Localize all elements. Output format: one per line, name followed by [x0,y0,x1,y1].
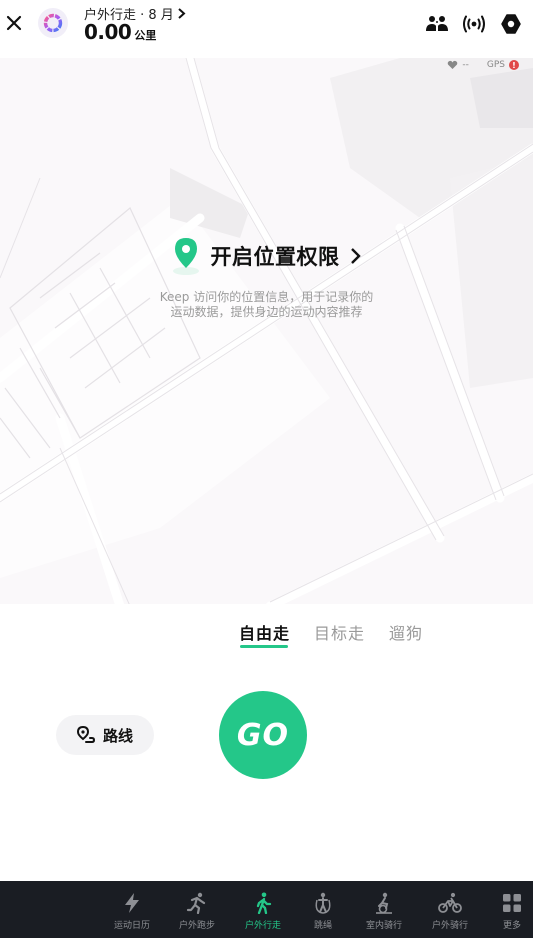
settings-icon [501,14,521,34]
mode-tabs: 自由走 目标走 遛狗 [0,616,533,648]
chevron-right-icon [350,248,361,264]
group-button[interactable] [425,13,449,35]
nav-label-outdoor-walk: 户外行走 [244,921,281,931]
group-icon [426,16,448,31]
permission-description: Keep 访问你的位置信息，用于记录你的 运动数据，提供身边的运动内容推荐 [0,290,533,320]
permission-desc-line1: Keep 访问你的位置信息，用于记录你的 [159,290,374,304]
go-button[interactable]: GO [219,691,307,779]
bike-icon [438,892,462,913]
keep-logo-icon [43,13,63,33]
route-icon [76,726,95,743]
tab-free-walk[interactable]: 自由走 [239,620,290,644]
indoor-bike-icon [376,892,392,914]
signal-icon [463,15,485,33]
nav-label-more: 更多 [502,921,521,931]
lightning-icon [125,893,139,913]
nav-label-outdoor-run: 户外跑步 [178,921,215,931]
route-label: 路线 [102,726,133,745]
jump-rope-icon [315,892,331,914]
nav-item-outdoor-run[interactable]: 户外跑步 [167,891,227,931]
settings-button[interactable] [499,13,523,35]
run-icon [186,892,206,914]
distance-value: 0.00 [84,20,132,44]
heart-rate-value: -- [462,60,469,70]
keep-logo[interactable] [38,8,68,38]
heart-icon [448,60,458,69]
active-tab-indicator [240,645,288,648]
tab-goal-walk[interactable]: 目标走 [314,620,365,644]
tab-dog-walk[interactable]: 遛狗 [389,620,423,644]
top-header: 户外行走 · 8 月 0.00 公里 [0,0,533,58]
nav-item-more[interactable]: 更多 [482,891,533,931]
distance-unit: 公里 [134,29,157,42]
gps-alert-icon: ! [509,60,519,70]
nav-item-calendar[interactable]: 运动日历 [102,891,162,931]
nav-item-outdoor-cycling[interactable]: 户外骑行 [420,891,480,931]
go-label: GO [236,717,290,753]
location-pin-icon [172,238,199,275]
grid-icon [503,894,521,912]
control-panel: 自由走 目标走 遛狗 路线 GO [0,604,533,881]
nav-item-outdoor-walk[interactable]: 户外行走 [233,891,293,931]
permission-title-row[interactable]: 开启位置权限 [0,236,533,276]
walk-icon [256,892,272,914]
location-permission-prompt[interactable]: 开启位置权限 Keep 访问你的位置信息，用于记录你的 运动数据，提供身边的运动… [0,236,533,320]
nav-label-calendar: 运动日历 [113,921,150,931]
nav-label-jump-rope: 跳绳 [313,921,332,931]
close-button[interactable] [2,10,26,36]
signal-button[interactable] [462,13,486,35]
distance-display: 0.00 公里 [84,20,156,44]
permission-title: 开启位置权限 [210,245,340,269]
map-view[interactable]: -- GPS ! 开启位置权限 Keep 访问你的位置信息，用于记录你的 运动数… [0,58,533,606]
chevron-right-icon [178,8,186,19]
bottom-navigation: 运动日历 户外跑步 户外行走 跳绳 室内骑行 户外骑行 更多 [0,881,533,938]
nav-item-jump-rope[interactable]: 跳绳 [293,891,353,931]
nav-item-indoor-cycling[interactable]: 室内骑行 [354,891,414,931]
map-background [0,58,533,606]
status-indicators: -- GPS ! [447,60,519,70]
route-button[interactable]: 路线 [56,715,154,755]
close-icon [6,15,22,31]
nav-label-indoor-cycling: 室内骑行 [365,921,402,931]
nav-label-outdoor-cycling: 户外骑行 [431,921,468,931]
permission-desc-line2: 运动数据，提供身边的运动内容推荐 [170,305,363,319]
gps-label: GPS [486,60,505,70]
